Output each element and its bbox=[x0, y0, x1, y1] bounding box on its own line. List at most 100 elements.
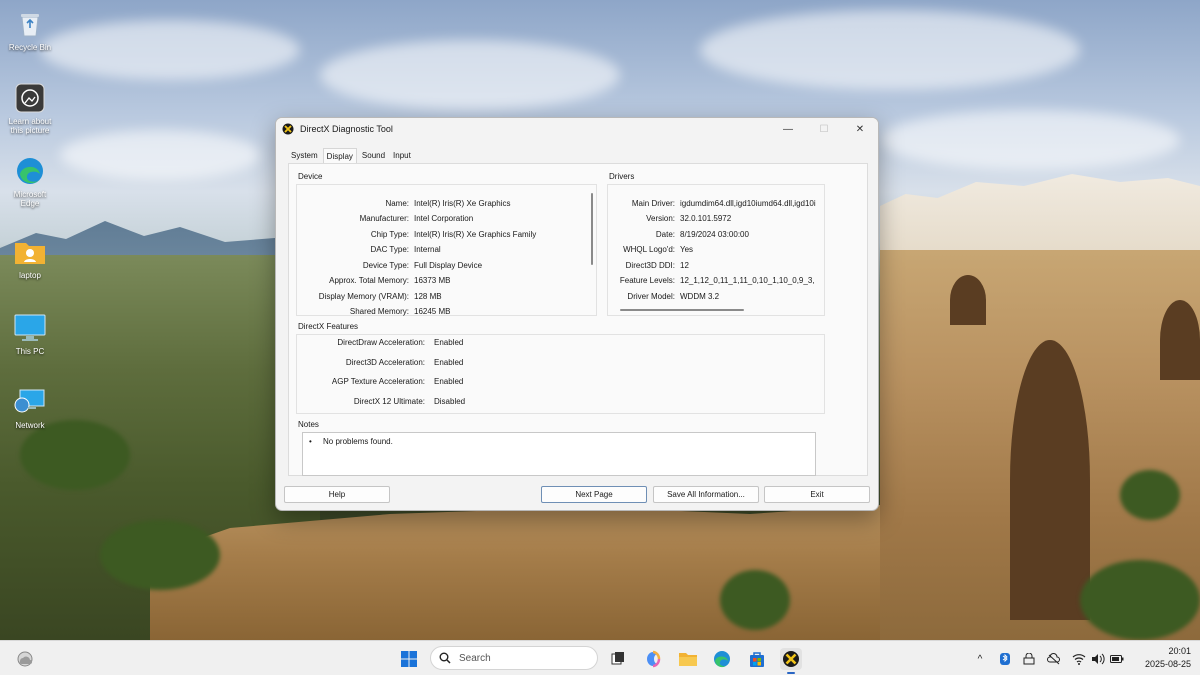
battery-icon[interactable] bbox=[1110, 652, 1124, 666]
desktop-icon-edge[interactable]: Microsoft Edge bbox=[4, 155, 56, 208]
monitor-icon bbox=[14, 312, 46, 344]
driver-row-version: Version: 32.0.101.5972 bbox=[646, 214, 732, 223]
microsoft-store-button[interactable] bbox=[746, 648, 768, 670]
drivers-horizontal-scrollbar[interactable] bbox=[620, 309, 744, 311]
wallpaper-cloud bbox=[320, 40, 620, 110]
device-vertical-scrollbar[interactable] bbox=[591, 193, 593, 265]
active-app-indicator bbox=[787, 672, 795, 674]
desktop-icon-label: Learn about this picture bbox=[8, 117, 52, 135]
edge-taskbar-button[interactable] bbox=[711, 648, 733, 670]
clock-time: 20:01 bbox=[1168, 646, 1191, 656]
minimize-button[interactable]: — bbox=[770, 118, 806, 140]
tab-display[interactable]: Display bbox=[322, 148, 357, 164]
wifi-icon[interactable] bbox=[1072, 652, 1086, 666]
bluetooth-icon[interactable] bbox=[998, 652, 1012, 666]
window-title: DirectX Diagnostic Tool bbox=[300, 124, 393, 134]
tab-input[interactable]: Input bbox=[390, 148, 414, 164]
wallpaper-arch bbox=[950, 275, 986, 325]
copilot-button[interactable] bbox=[642, 648, 664, 670]
camera-icon bbox=[14, 82, 46, 114]
wallpaper-arch bbox=[1010, 340, 1090, 620]
next-page-button[interactable]: Next Page bbox=[541, 486, 647, 503]
feature-row-agp: AGP Texture Acceleration: Enabled bbox=[331, 377, 464, 386]
taskbar: Search ^ 20:01 2025-08-25 bbox=[0, 640, 1200, 675]
wallpaper-arch bbox=[1160, 300, 1200, 380]
onedrive-icon[interactable] bbox=[1022, 652, 1036, 666]
folder-icon bbox=[679, 653, 697, 666]
directx-icon bbox=[282, 123, 294, 135]
exit-button[interactable]: Exit bbox=[764, 486, 870, 503]
notes-textbox[interactable]: • No problems found. bbox=[302, 432, 816, 476]
weather-widget[interactable] bbox=[14, 648, 36, 670]
device-row-shared-memory: Shared Memory: 16245 MB bbox=[349, 307, 451, 316]
desktop-icon-network[interactable]: Network bbox=[4, 386, 56, 430]
device-row-vram: Display Memory (VRAM): 128 MB bbox=[318, 292, 442, 301]
wallpaper-cloud bbox=[60, 130, 260, 180]
edge-icon bbox=[14, 155, 46, 187]
feature-row-dx12-ultimate: DirectX 12 Ultimate: Disabled bbox=[353, 397, 466, 406]
edge-icon bbox=[714, 651, 730, 668]
device-row-name: Name: Intel(R) Iris(R) Xe Graphics bbox=[385, 199, 511, 208]
tray-overflow-chevron-icon[interactable]: ^ bbox=[973, 652, 987, 666]
desktop-icon-this-pc[interactable]: This PC bbox=[4, 312, 56, 356]
device-row-total-memory: Approx. Total Memory: 16373 MB bbox=[329, 276, 451, 285]
wallpaper-greenery bbox=[100, 520, 220, 590]
desktop-icon-label: Network bbox=[15, 421, 45, 430]
tab-strip: System Display Sound Input bbox=[288, 148, 416, 164]
desktop-icon-label: Microsoft Edge bbox=[13, 190, 47, 208]
drivers-group-heading: Drivers bbox=[609, 172, 635, 181]
driver-row-main-driver: Main Driver: igdumdim64.dll,igd10iumd64.… bbox=[631, 199, 816, 208]
device-row-device-type: Device Type: Full Display Device bbox=[362, 261, 483, 270]
maximize-button[interactable]: ☐ bbox=[806, 118, 842, 140]
dxdiag-taskbar-button[interactable] bbox=[780, 648, 802, 670]
wallpaper-cloud bbox=[880, 110, 1180, 170]
close-button[interactable]: ✕ bbox=[842, 118, 878, 140]
help-button[interactable]: Help bbox=[284, 486, 390, 503]
clock-date: 2025-08-25 bbox=[1144, 659, 1191, 669]
search-placeholder: Search bbox=[459, 652, 491, 664]
store-icon bbox=[750, 652, 764, 667]
tab-system[interactable]: System bbox=[288, 148, 321, 164]
feature-row-direct3d: Direct3D Acceleration: Enabled bbox=[345, 358, 464, 367]
taskbar-search[interactable]: Search bbox=[430, 646, 598, 670]
desktop-icon-label: This PC bbox=[15, 347, 45, 356]
bullet-icon: • bbox=[309, 437, 312, 446]
windows-logo-icon bbox=[401, 651, 417, 667]
display-tab-panel: Device Name: Intel(R) Iris(R) Xe Graphic… bbox=[288, 163, 868, 476]
task-view-button[interactable] bbox=[607, 648, 629, 670]
window-titlebar[interactable]: DirectX Diagnostic Tool — ☐ ✕ bbox=[276, 118, 878, 140]
desktop-icon-recycle-bin[interactable]: Recycle Bin bbox=[4, 8, 56, 52]
wallpaper-cloud bbox=[40, 20, 300, 80]
desktop-icon-laptop[interactable]: laptop bbox=[4, 236, 56, 280]
feature-row-directdraw: DirectDraw Acceleration: Enabled bbox=[337, 338, 464, 347]
desktop-icon-label: laptop bbox=[19, 271, 41, 280]
wallpaper-greenery bbox=[720, 570, 790, 630]
file-explorer-button[interactable] bbox=[677, 648, 699, 670]
volume-icon[interactable] bbox=[1091, 652, 1105, 666]
copilot-icon bbox=[647, 650, 661, 668]
device-group-heading: Device bbox=[298, 172, 323, 181]
driver-row-date: Date: 8/19/2024 03:00:00 bbox=[655, 230, 749, 239]
notes-item-text: No problems found. bbox=[323, 437, 393, 446]
tab-sound[interactable]: Sound bbox=[359, 148, 388, 164]
taskbar-clock[interactable]: 20:01 2025-08-25 bbox=[1131, 645, 1191, 671]
device-row-manufacturer: Manufacturer: Intel Corporation bbox=[359, 214, 474, 223]
save-all-information-button[interactable]: Save All Information... bbox=[653, 486, 759, 503]
wallpaper-greenery bbox=[20, 420, 130, 490]
cloud-sync-icon[interactable] bbox=[1047, 652, 1061, 666]
wallpaper-buildings bbox=[880, 174, 1200, 250]
weather-icon bbox=[17, 651, 33, 667]
desktop-icon-learn-picture[interactable]: Learn about this picture bbox=[4, 82, 56, 135]
notes-item: • No problems found. bbox=[309, 437, 393, 446]
wallpaper-greenery bbox=[1120, 470, 1180, 520]
network-icon bbox=[14, 386, 46, 418]
desktop-icon-label: Recycle Bin bbox=[8, 43, 52, 52]
device-row-dac-type: DAC Type: Internal bbox=[370, 245, 441, 254]
notes-group-heading: Notes bbox=[298, 420, 319, 429]
start-button[interactable] bbox=[398, 648, 420, 670]
user-folder-icon bbox=[14, 236, 46, 268]
task-view-icon bbox=[611, 652, 624, 665]
wallpaper-cloud bbox=[700, 10, 1080, 90]
search-icon bbox=[439, 652, 451, 664]
driver-row-driver-model: Driver Model: WDDM 3.2 bbox=[627, 292, 720, 301]
